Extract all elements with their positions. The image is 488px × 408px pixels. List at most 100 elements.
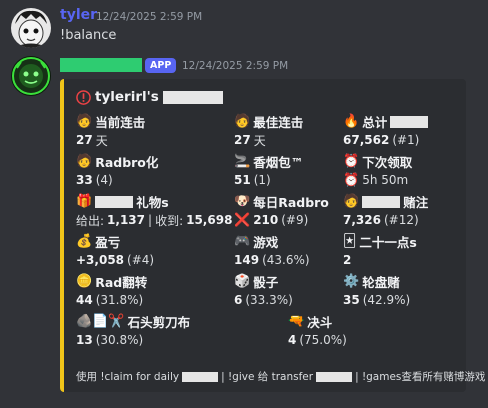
field-percent: (33.3%): [245, 293, 293, 307]
field-value: 51: [234, 173, 251, 187]
field-suffix: (4): [95, 173, 113, 187]
fire-icon: 🔥: [343, 114, 360, 129]
embed-footer: 使用 !claim for daily | !give 给 transfer |…: [76, 369, 485, 384]
person-icon: 🧑: [234, 114, 251, 129]
gifts-received-value: 15,698: [186, 213, 233, 227]
field-rank: (#1): [392, 133, 420, 147]
field-name: 决斗: [307, 315, 333, 330]
gift-icon: 🎁: [76, 194, 93, 209]
redacted-text: [182, 371, 219, 382]
field-rank: (#12): [383, 213, 419, 227]
field-games: 🎮 游戏 149 (43.6%): [234, 233, 359, 268]
person-icon: 🧑: [343, 194, 360, 209]
rock-paper-scissors-icon: 🪨📄✂️: [76, 314, 125, 329]
field-rank: (#9): [281, 213, 309, 227]
field-name: 赌注: [403, 195, 429, 210]
field-percent: (43.6%): [262, 253, 310, 267]
green-bot-avatar-icon: [11, 56, 51, 96]
redacted-text: [316, 371, 353, 382]
field-radbro: 🧑 Radbro化 33 (4): [76, 153, 201, 188]
field-roulette: ⚙️ 轮盘赌 35 (42.9%): [343, 273, 461, 308]
redacted-text: [162, 90, 223, 104]
field-duel: 🔫 决斗 4 (75.0%): [288, 313, 413, 348]
field-blackjack: 🃏 二十一点s 2: [343, 233, 461, 268]
redacted-text: [362, 195, 401, 208]
user-avatar[interactable]: [11, 8, 51, 48]
field-name: 石头剪刀布: [127, 315, 191, 330]
field-value: 35: [343, 293, 360, 307]
footer-text-claim: 使用 !claim for daily: [76, 371, 180, 383]
field-name: 骰子: [253, 275, 279, 290]
message-username[interactable]: tyler: [60, 7, 97, 23]
field-value: 33: [76, 173, 93, 187]
footer-text-give: | !give 给 transfer: [221, 371, 314, 383]
field-best-streak: 🧑 最佳连击 27 天: [234, 113, 359, 148]
bot-avatar[interactable]: [11, 56, 51, 96]
embed-title: tylerirl's: [76, 89, 223, 105]
bot-name-redacted[interactable]: [60, 58, 142, 72]
dice-icon: 🎲: [234, 274, 251, 289]
message-text: !balance: [60, 28, 117, 43]
balance-embed: tylerirl's 🧑 当前连击 27 天 🧑 最佳连击 27 天 🔥 总计 67,56…: [60, 79, 485, 392]
field-value: 5h 50m: [362, 173, 409, 187]
field-name: 二十一点s: [359, 235, 417, 250]
redacted-text: [390, 115, 429, 128]
exclamation-circle-icon: [76, 89, 91, 105]
field-name: 轮盘赌: [362, 275, 400, 290]
footer-text-games: | !games查看所有赌博游戏: [355, 371, 486, 383]
field-daily-radbro: 🐶 每日Radbro ❌ 210 (#9): [234, 193, 359, 228]
person-icon: 🧑: [76, 114, 93, 129]
game-controller-icon: 🎮: [234, 234, 251, 249]
field-unit: 天: [95, 133, 108, 148]
app-badge: APP: [145, 58, 177, 73]
redacted-text: [95, 195, 134, 208]
water-pistol-icon: 🔫: [288, 314, 305, 329]
field-value: 44: [76, 293, 93, 307]
gifts-given-value: 1,137: [107, 213, 146, 227]
alarm-clock-icon: ⏰: [343, 154, 360, 169]
field-value: 4: [288, 333, 297, 347]
field-value: 7,326: [343, 213, 381, 227]
field-name: 总计: [362, 115, 388, 130]
field-percent: (42.9%): [362, 293, 411, 307]
field-total: 🔥 总计 67,562 (#1): [343, 113, 461, 148]
field-name: 当前连击: [95, 115, 146, 130]
cross-mark-icon: ❌: [234, 212, 251, 228]
gifts-given-label: 给出:: [76, 213, 105, 228]
field-dice: 🎲 骰子 6 (33.3%): [234, 273, 359, 308]
cigarette-icon: 🚬: [234, 154, 251, 169]
money-bag-icon: 💰: [76, 234, 93, 249]
field-percent: (30.8%): [95, 333, 144, 347]
field-name: 礼物s: [136, 195, 169, 210]
field-percent: (31.8%): [95, 293, 144, 307]
dog-icon: 🐶: [234, 194, 251, 209]
coin-icon: 🪙: [76, 274, 93, 289]
person-icon: 🧑: [76, 154, 93, 169]
field-name: 盈亏: [95, 235, 121, 250]
field-name: 下次领取: [362, 155, 413, 170]
field-radflip: 🪙 Rad翻转 44 (31.8%): [76, 273, 201, 308]
field-name: Rad翻转: [95, 275, 148, 290]
field-rps: 🪨📄✂️ 石头剪刀布 13 (30.8%): [76, 313, 276, 348]
field-percent: (75.0%): [299, 333, 347, 347]
field-current-streak: 🧑 当前连击 27 天: [76, 113, 201, 148]
gifts-received-label: 收到:: [155, 213, 184, 228]
field-next-claim: ⏰ 下次领取 ⏰ 5h 50m: [343, 153, 461, 188]
field-name: 每日Radbro: [253, 195, 329, 210]
field-value: 13: [76, 333, 93, 347]
field-name: Radbro化: [95, 155, 159, 170]
field-name: 香烟包™: [253, 155, 304, 170]
field-value: 2: [343, 253, 352, 267]
roulette-wheel-icon: ⚙️: [343, 274, 360, 289]
field-value: 27: [234, 133, 251, 147]
gifts-separator: |: [148, 213, 153, 227]
message-timestamp: 12/24/2025 2:59 PM: [182, 60, 289, 72]
field-value: 27: [76, 133, 93, 147]
field-profit-loss: 💰 盈亏 +3,058 (#4): [76, 233, 201, 268]
field-name: 游戏: [253, 235, 279, 250]
embed-title-text: tylerirl's: [95, 89, 159, 105]
playing-card-icon: 🃏: [343, 234, 357, 249]
field-gifts: 🎁 礼物s 给出: 1,137 | 收到: 15,698: [76, 193, 236, 228]
field-wagers: 🧑 赌注 7,326 (#12): [343, 193, 461, 228]
field-value: 6: [234, 293, 243, 307]
